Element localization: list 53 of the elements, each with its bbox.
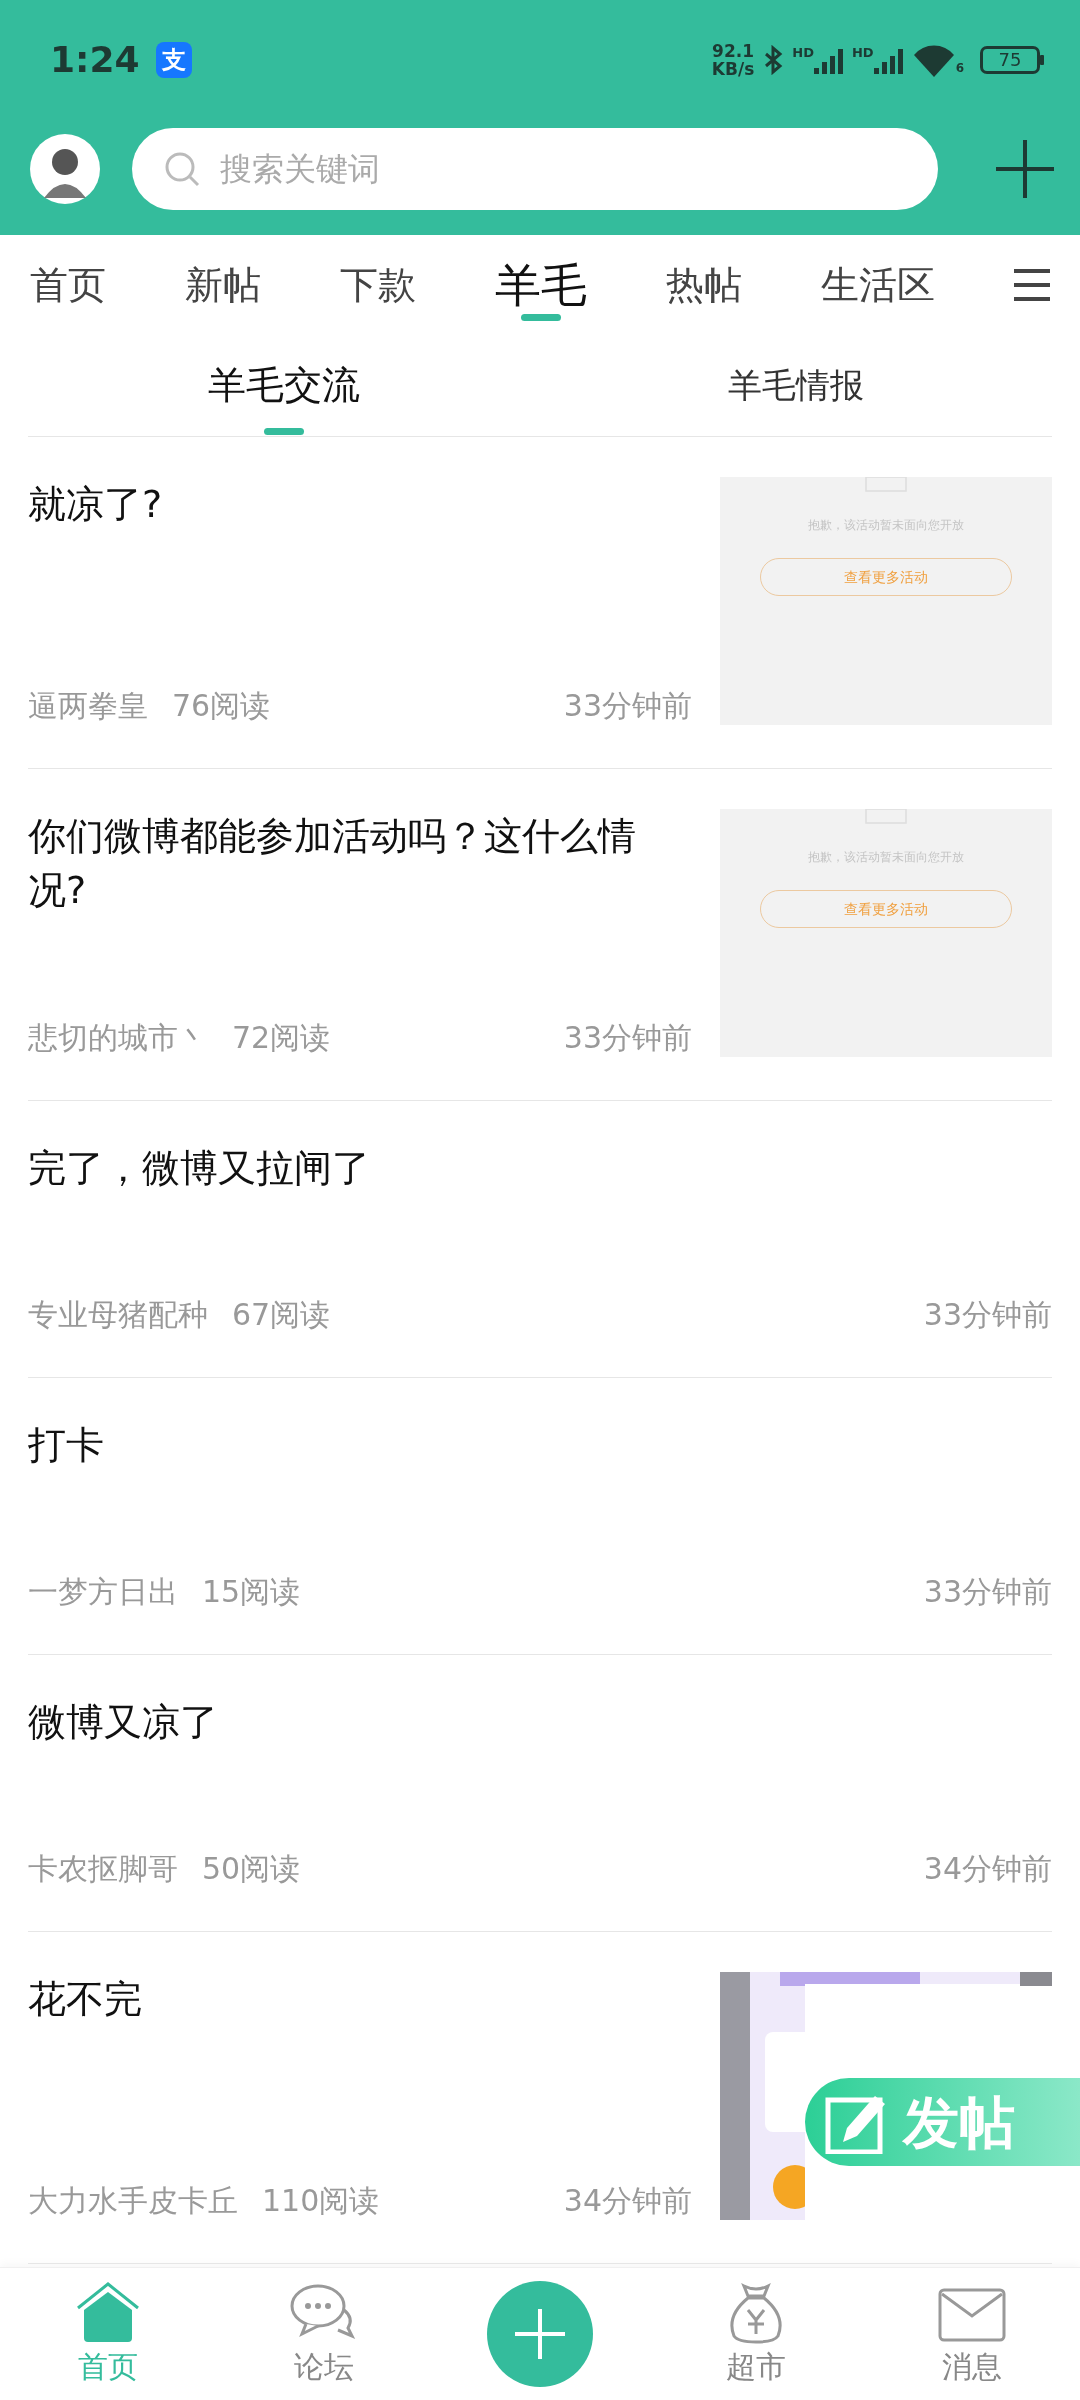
signal-label: HD: [792, 46, 814, 59]
sub-tab[interactable]: 羊毛交流: [28, 335, 540, 435]
author-name: 逼两拳皇: [28, 687, 148, 725]
post-title[interactable]: 打卡: [28, 1418, 1052, 1472]
add-icon: [515, 2309, 565, 2359]
post-time: 33分钟前: [923, 1573, 1052, 1611]
avatar[interactable]: [30, 133, 100, 204]
post-title[interactable]: 你们微博都能参加活动吗？这什么情况?: [28, 809, 692, 917]
category-tab[interactable]: 热帖: [666, 235, 742, 335]
read-count: 76阅读: [172, 687, 271, 725]
category-tab[interactable]: 新帖: [185, 235, 261, 335]
post-title[interactable]: 就凉了?: [28, 477, 692, 531]
post-time: 33分钟前: [563, 687, 692, 725]
battery-level: 75: [980, 46, 1040, 74]
nav-tab[interactable]: 论坛: [216, 2279, 432, 2389]
search-field[interactable]: 搜索关键词: [132, 127, 938, 210]
nav-tab[interactable]: 超市: [648, 2279, 864, 2389]
nav-tab[interactable]: 消息: [864, 2279, 1080, 2389]
network-speed: 92.1: [711, 42, 755, 60]
post-time: 34分钟前: [563, 2182, 692, 2220]
network-speed-unit: KB/s: [711, 60, 755, 78]
wifi-label: 6: [955, 60, 964, 77]
author-name: 悲切的城市丶: [28, 1019, 208, 1057]
menu-icon[interactable]: [1014, 268, 1050, 302]
category-tab[interactable]: 下款: [340, 235, 416, 335]
signal-label: HD: [851, 46, 874, 59]
read-count: 67阅读: [232, 1296, 331, 1334]
app-notification-icon: 支: [155, 42, 192, 78]
author-name: 卡农抠脚哥: [28, 1850, 178, 1888]
author-name: 专业母猪配种: [28, 1296, 208, 1334]
category-tab[interactable]: 生活区: [821, 235, 935, 335]
battery-tip-icon: [1040, 55, 1044, 65]
category-tab[interactable]: 首页: [30, 235, 106, 335]
read-count: 72阅读: [232, 1019, 331, 1057]
bluetooth-icon: [762, 45, 785, 75]
post-time: 33分钟前: [563, 1019, 692, 1057]
author-name: 大力水手皮卡丘: [28, 2182, 238, 2220]
category-tab[interactable]: 羊毛: [495, 235, 587, 335]
post-time: 34分钟前: [923, 1850, 1052, 1888]
wifi-icon: [911, 43, 956, 77]
signal-icon: [873, 46, 904, 74]
author-name: 一梦方日出: [28, 1573, 178, 1611]
read-count: 15阅读: [202, 1573, 301, 1611]
post-title[interactable]: 花不完: [28, 1972, 692, 2026]
post-title[interactable]: 完了，微博又拉闸了: [28, 1141, 1052, 1195]
post-title[interactable]: 微博又凉了: [28, 1695, 1052, 1749]
sub-tab[interactable]: 羊毛情报: [540, 335, 1052, 435]
post-time: 33分钟前: [923, 1296, 1052, 1334]
read-count: 50阅读: [202, 1850, 301, 1888]
add-icon[interactable]: [996, 139, 1054, 198]
clock: 1:24: [50, 38, 140, 82]
read-count: 110阅读: [262, 2182, 380, 2220]
signal-icon: [813, 46, 844, 74]
